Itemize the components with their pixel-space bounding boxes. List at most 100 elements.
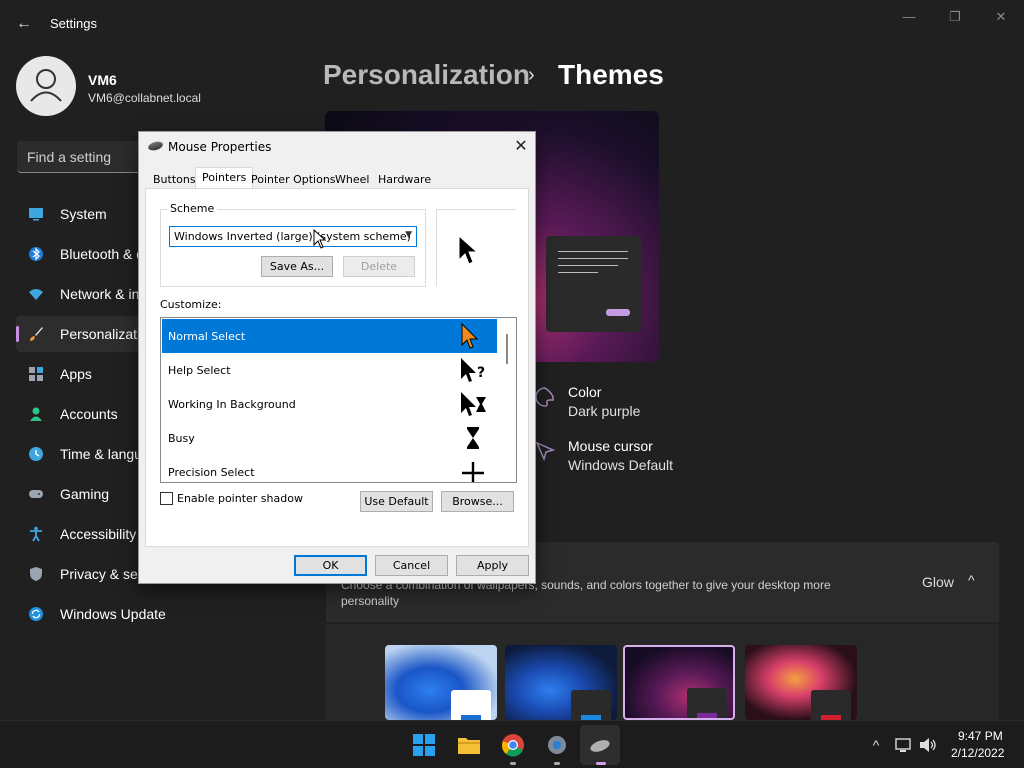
- list-item-normal-select[interactable]: Normal Select: [162, 319, 497, 353]
- network-icon[interactable]: [894, 735, 914, 755]
- sidebar-item-label: Accounts: [60, 406, 118, 422]
- back-arrow-icon[interactable]: ←: [14, 14, 34, 34]
- theme-mini-window: [571, 690, 611, 720]
- arrow-cursor-icon: [461, 323, 479, 349]
- monitor-icon: [29, 208, 43, 221]
- running-indicator: [510, 762, 516, 765]
- app-title: Settings: [50, 16, 97, 31]
- sidebar-item-label: Windows Update: [60, 606, 166, 622]
- help-cursor-icon: ?: [461, 358, 485, 382]
- clock-time[interactable]: 9:47 PM: [958, 729, 1003, 743]
- minimize-button[interactable]: —: [895, 8, 923, 26]
- preview-line: [558, 251, 628, 252]
- palette-icon: [535, 387, 554, 407]
- scheme-group-label: Scheme: [167, 202, 218, 215]
- delete-button[interactable]: Delete: [343, 256, 415, 277]
- sidebar-item-label: Gaming: [60, 486, 110, 502]
- chrome-icon[interactable]: [501, 733, 525, 757]
- maximize-button[interactable]: ❐: [941, 8, 969, 26]
- scheme-select[interactable]: Windows Inverted (large) (system scheme)…: [169, 226, 417, 247]
- tab-hardware[interactable]: Hardware: [372, 170, 437, 190]
- file-explorer-icon[interactable]: [457, 733, 481, 757]
- clock-globe-icon: [29, 447, 43, 461]
- mouse-pointer-icon: [313, 229, 327, 249]
- theme-thumbnail-bloom[interactable]: [745, 645, 857, 720]
- list-scrollbar[interactable]: [498, 318, 516, 482]
- update-icon: [29, 607, 43, 621]
- pointer-shadow-label: Enable pointer shadow: [177, 492, 303, 505]
- cursor-title[interactable]: Mouse cursor: [568, 438, 653, 454]
- page-title: Themes: [558, 59, 664, 90]
- bluetooth-icon: [29, 247, 43, 261]
- color-value: Dark purple: [568, 403, 641, 419]
- sidebar-item-label: Accessibility: [60, 526, 137, 542]
- brush-icon: [30, 327, 43, 341]
- ok-button[interactable]: OK: [294, 555, 367, 576]
- chevron-up-icon[interactable]: ^: [866, 735, 886, 755]
- dialog-title: Mouse Properties: [168, 140, 272, 154]
- working-cursor-icon: [461, 392, 486, 416]
- chevron-down-icon: ▼: [405, 230, 412, 240]
- cancel-button[interactable]: Cancel: [375, 555, 448, 576]
- start-icon[interactable]: [412, 733, 436, 757]
- person-icon: [30, 69, 62, 102]
- shield-icon: [30, 567, 42, 581]
- scheme-select-value: Windows Inverted (large) (system scheme): [174, 230, 411, 243]
- theme-mini-window: [811, 690, 851, 720]
- list-item-working-in-background[interactable]: Working In Background: [162, 387, 497, 421]
- color-title[interactable]: Color: [568, 384, 601, 400]
- list-item-busy[interactable]: Busy: [162, 421, 497, 455]
- sidebar-item-windows-update[interactable]: Windows Update: [16, 596, 306, 632]
- save-as-button[interactable]: Save As...: [261, 256, 333, 277]
- mouse-properties-icon[interactable]: [588, 733, 612, 757]
- hourglass-cursor-icon: [467, 427, 479, 449]
- cursor-preview: [436, 209, 516, 286]
- dialog-close-button[interactable]: ✕: [511, 136, 531, 156]
- sidebar-item-label: Apps: [60, 366, 92, 382]
- apply-button[interactable]: Apply: [456, 555, 529, 576]
- browse-button[interactable]: Browse...: [441, 491, 514, 512]
- preview-line: [558, 265, 618, 266]
- svg-text:?: ?: [477, 365, 485, 381]
- clock-date[interactable]: 2/12/2022: [951, 746, 1004, 760]
- volume-icon[interactable]: [918, 735, 938, 755]
- scroll-thumb[interactable]: [506, 334, 508, 364]
- list-item-label: Busy: [168, 432, 195, 445]
- close-button[interactable]: ✕: [987, 8, 1015, 26]
- theme-thumbnail-light[interactable]: [385, 645, 497, 720]
- tab-pointer-options[interactable]: Pointer Options: [245, 170, 342, 190]
- running-indicator: [554, 762, 560, 765]
- arrow-cursor-preview-icon: [458, 234, 479, 265]
- list-item-help-select[interactable]: Help Select ?: [162, 353, 497, 387]
- accessibility-icon: [30, 526, 42, 542]
- profile-name: VM6: [88, 72, 117, 88]
- tab-buttons[interactable]: Buttons: [147, 170, 202, 190]
- active-indicator: [596, 762, 606, 765]
- settings-icon[interactable]: [545, 733, 569, 757]
- theme-thumbnail-glow[interactable]: [623, 645, 735, 720]
- use-default-button[interactable]: Use Default: [360, 491, 433, 512]
- list-item-precision-select[interactable]: Precision Select: [162, 455, 497, 482]
- tab-wheel[interactable]: Wheel: [329, 170, 375, 190]
- current-theme-name: Glow: [922, 574, 954, 590]
- pointers-tab-page: Scheme Windows Inverted (large) (system …: [145, 188, 529, 547]
- chevron-up-icon[interactable]: ^: [968, 572, 975, 588]
- avatar[interactable]: [16, 56, 76, 116]
- theme-thumbnail-dark[interactable]: [505, 645, 617, 720]
- crosshair-cursor-icon: [462, 462, 484, 482]
- sidebar-item-label: System: [60, 206, 107, 222]
- list-item-label: Working In Background: [168, 398, 296, 411]
- cursor-value: Windows Default: [568, 457, 674, 473]
- theme-mini-window: [687, 688, 727, 718]
- person-icon: [30, 407, 42, 421]
- theme-mini-window: [451, 690, 491, 720]
- mouse-icon: [147, 140, 164, 152]
- cursor-list[interactable]: Normal Select Help Select ? Working In B…: [160, 317, 517, 483]
- breadcrumb-parent[interactable]: Personalization: [323, 59, 530, 91]
- gamepad-icon: [29, 490, 43, 498]
- preview-button: [606, 309, 630, 316]
- preview-line: [558, 258, 628, 259]
- search-placeholder: Find a setting: [27, 149, 112, 165]
- list-item-label: Precision Select: [168, 466, 255, 479]
- pointer-shadow-checkbox[interactable]: [160, 492, 173, 505]
